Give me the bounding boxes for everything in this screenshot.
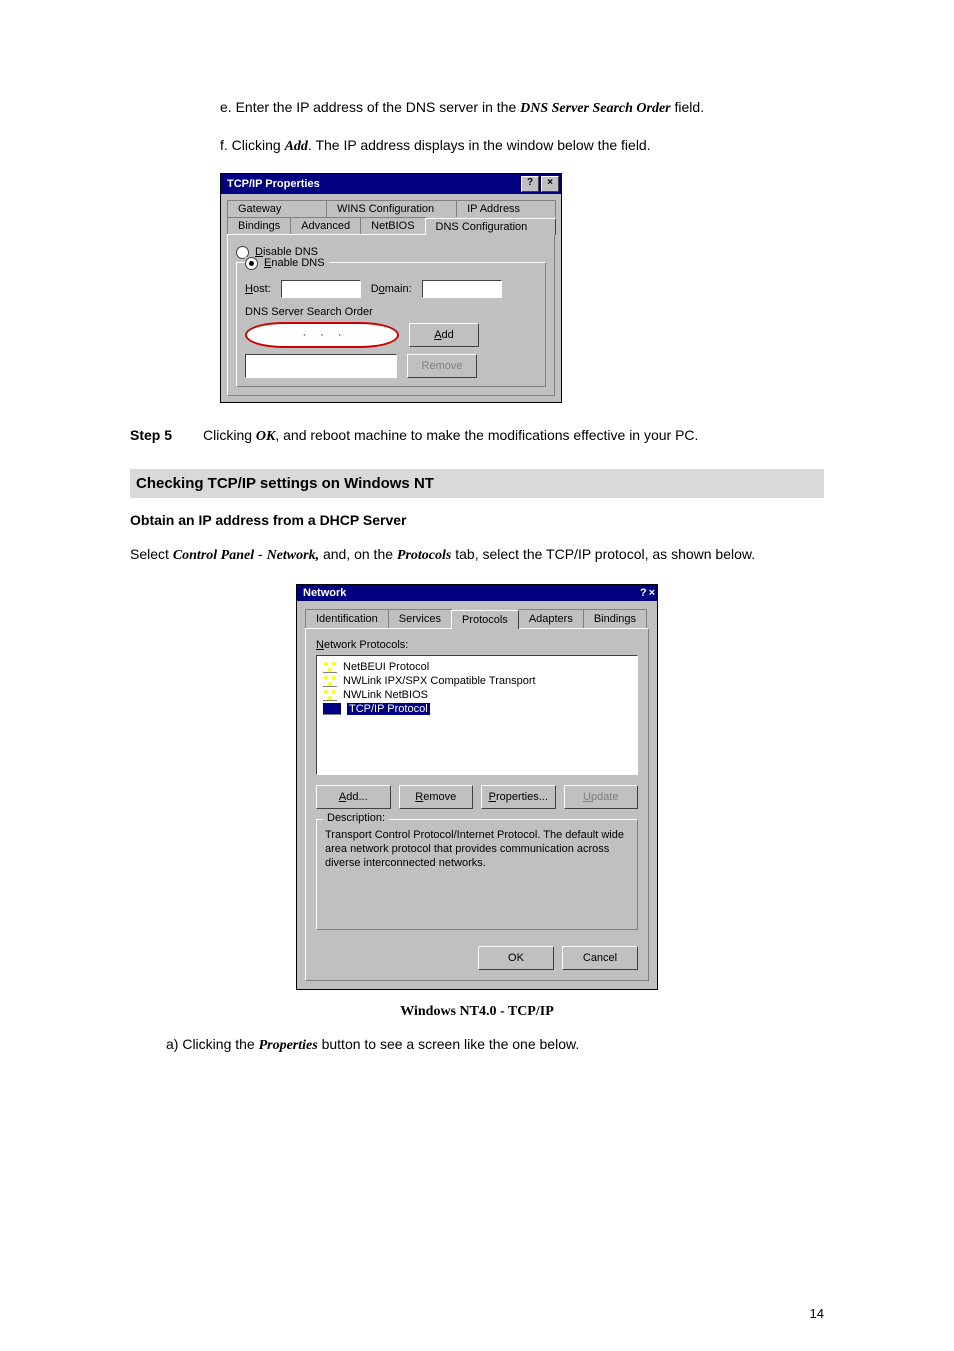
dns-order-term: DNS Server Search Order [520, 101, 671, 116]
tcpip-title: TCP/IP Properties [227, 178, 320, 190]
list-item[interactable]: NWLink NetBIOS [321, 688, 633, 702]
cancel-button[interactable]: Cancel [562, 946, 638, 970]
add-button[interactable]: Add... [316, 785, 391, 809]
instruction-a: a) Clicking the Properties button to see… [190, 1036, 824, 1054]
network-tabs: Identification Services Protocols Adapte… [305, 609, 649, 628]
help-button[interactable]: ? [640, 587, 647, 599]
enable-dns-label: Enable DNS [264, 257, 325, 269]
domain-label: Domain: [371, 283, 412, 295]
tab-bindings[interactable]: Bindings [583, 609, 647, 628]
remove-button[interactable]: Remove [399, 785, 474, 809]
tab-protocols[interactable]: Protocols [451, 610, 519, 629]
description-legend: Description: [323, 812, 389, 824]
instruction-f: f. Clicking Add. The IP address displays… [220, 134, 824, 158]
tcpip-titlebar: TCP/IP Properties ? × [221, 174, 561, 194]
tab-adapters[interactable]: Adapters [518, 609, 584, 628]
step-label: Step 5 [130, 427, 185, 445]
dns-tab-panel: DDisable DNSisable DNS Enable DNS Host: … [227, 234, 555, 396]
text: . The IP address displays in the window … [308, 137, 651, 153]
protocols-panel: Network Protocols: NetBEUI Protocol NWLi… [305, 628, 649, 981]
dot-icon: · [320, 329, 324, 341]
radio-enable-dns[interactable] [245, 257, 258, 270]
description-group: Description: Transport Control Protocol/… [316, 819, 638, 930]
ok-button[interactable]: OK [478, 946, 554, 970]
dot-icon: · [338, 329, 342, 341]
description-text: Transport Control Protocol/Internet Prot… [325, 828, 629, 871]
protocol-icon [323, 675, 337, 687]
tab-wins[interactable]: WINS Configuration [326, 200, 457, 217]
instruction-e: e. Enter the IP address of the DNS serve… [220, 96, 824, 120]
close-button[interactable]: × [649, 587, 655, 599]
tcpip-properties-dialog: TCP/IP Properties ? × Gateway WINS Confi… [220, 173, 562, 403]
update-button: Update [564, 785, 639, 809]
tab-advanced[interactable]: Advanced [290, 217, 361, 234]
step-text: Clicking OK, and reboot machine to make … [203, 427, 698, 445]
tcpip-tabs-row1: Gateway WINS Configuration IP Address [227, 200, 555, 217]
properties-button[interactable]: Properties... [481, 785, 556, 809]
tab-services[interactable]: Services [388, 609, 452, 628]
section-heading: Checking TCP/IP settings on Windows NT [130, 469, 824, 498]
dns-server-list[interactable] [245, 354, 397, 378]
network-title: Network [303, 587, 346, 599]
network-titlebar: Network ? × [297, 585, 657, 601]
add-term: Add [285, 139, 308, 154]
figure-caption: Windows NT4.0 - TCP/IP [130, 1004, 824, 1020]
protocol-icon [323, 661, 337, 673]
host-input[interactable] [281, 280, 361, 298]
protocols-list-label: Network Protocols: [316, 639, 638, 651]
dns-ip-input[interactable]: · · · [245, 322, 399, 348]
text: e. Enter the IP address of the DNS serve… [220, 99, 520, 115]
list-item[interactable]: NWLink IPX/SPX Compatible Transport [321, 674, 633, 688]
host-label: Host: [245, 283, 271, 295]
tab-netbios[interactable]: NetBIOS [360, 217, 425, 234]
add-button[interactable]: Add [409, 323, 479, 347]
step-5: Step 5 Clicking OK, and reboot machine t… [130, 427, 824, 445]
page-number: 14 [810, 1306, 824, 1321]
tab-identification[interactable]: Identification [305, 609, 389, 628]
tab-ip-address[interactable]: IP Address [456, 200, 556, 217]
network-dialog: Network ? × Identification Services Prot… [296, 584, 658, 990]
select-network-para: Select Control Panel - Network, and, on … [130, 540, 824, 570]
remove-button: Remove [407, 354, 477, 378]
protocols-listbox[interactable]: NetBEUI Protocol NWLink IPX/SPX Compatib… [316, 655, 638, 775]
tcpip-tabs-row2: Bindings Advanced NetBIOS DNS Configurat… [227, 217, 555, 234]
text: field. [671, 99, 704, 115]
close-button[interactable]: × [541, 176, 559, 192]
text: f. Clicking [220, 137, 285, 153]
dns-order-legend: DNS Server Search Order [245, 306, 537, 318]
dot-icon: · [302, 329, 306, 341]
domain-input[interactable] [422, 280, 502, 298]
list-item[interactable]: NetBEUI Protocol [321, 660, 633, 674]
list-item-selected[interactable]: TCP/IP Protocol [321, 702, 633, 716]
tab-bindings[interactable]: Bindings [227, 217, 291, 234]
tab-dns-configuration[interactable]: DNS Configuration [425, 218, 556, 235]
protocol-icon [323, 703, 341, 715]
help-button[interactable]: ? [521, 176, 539, 192]
obtain-heading: Obtain an IP address from a DHCP Server [130, 512, 824, 528]
tab-gateway[interactable]: Gateway [227, 200, 327, 217]
protocol-icon [323, 689, 337, 701]
